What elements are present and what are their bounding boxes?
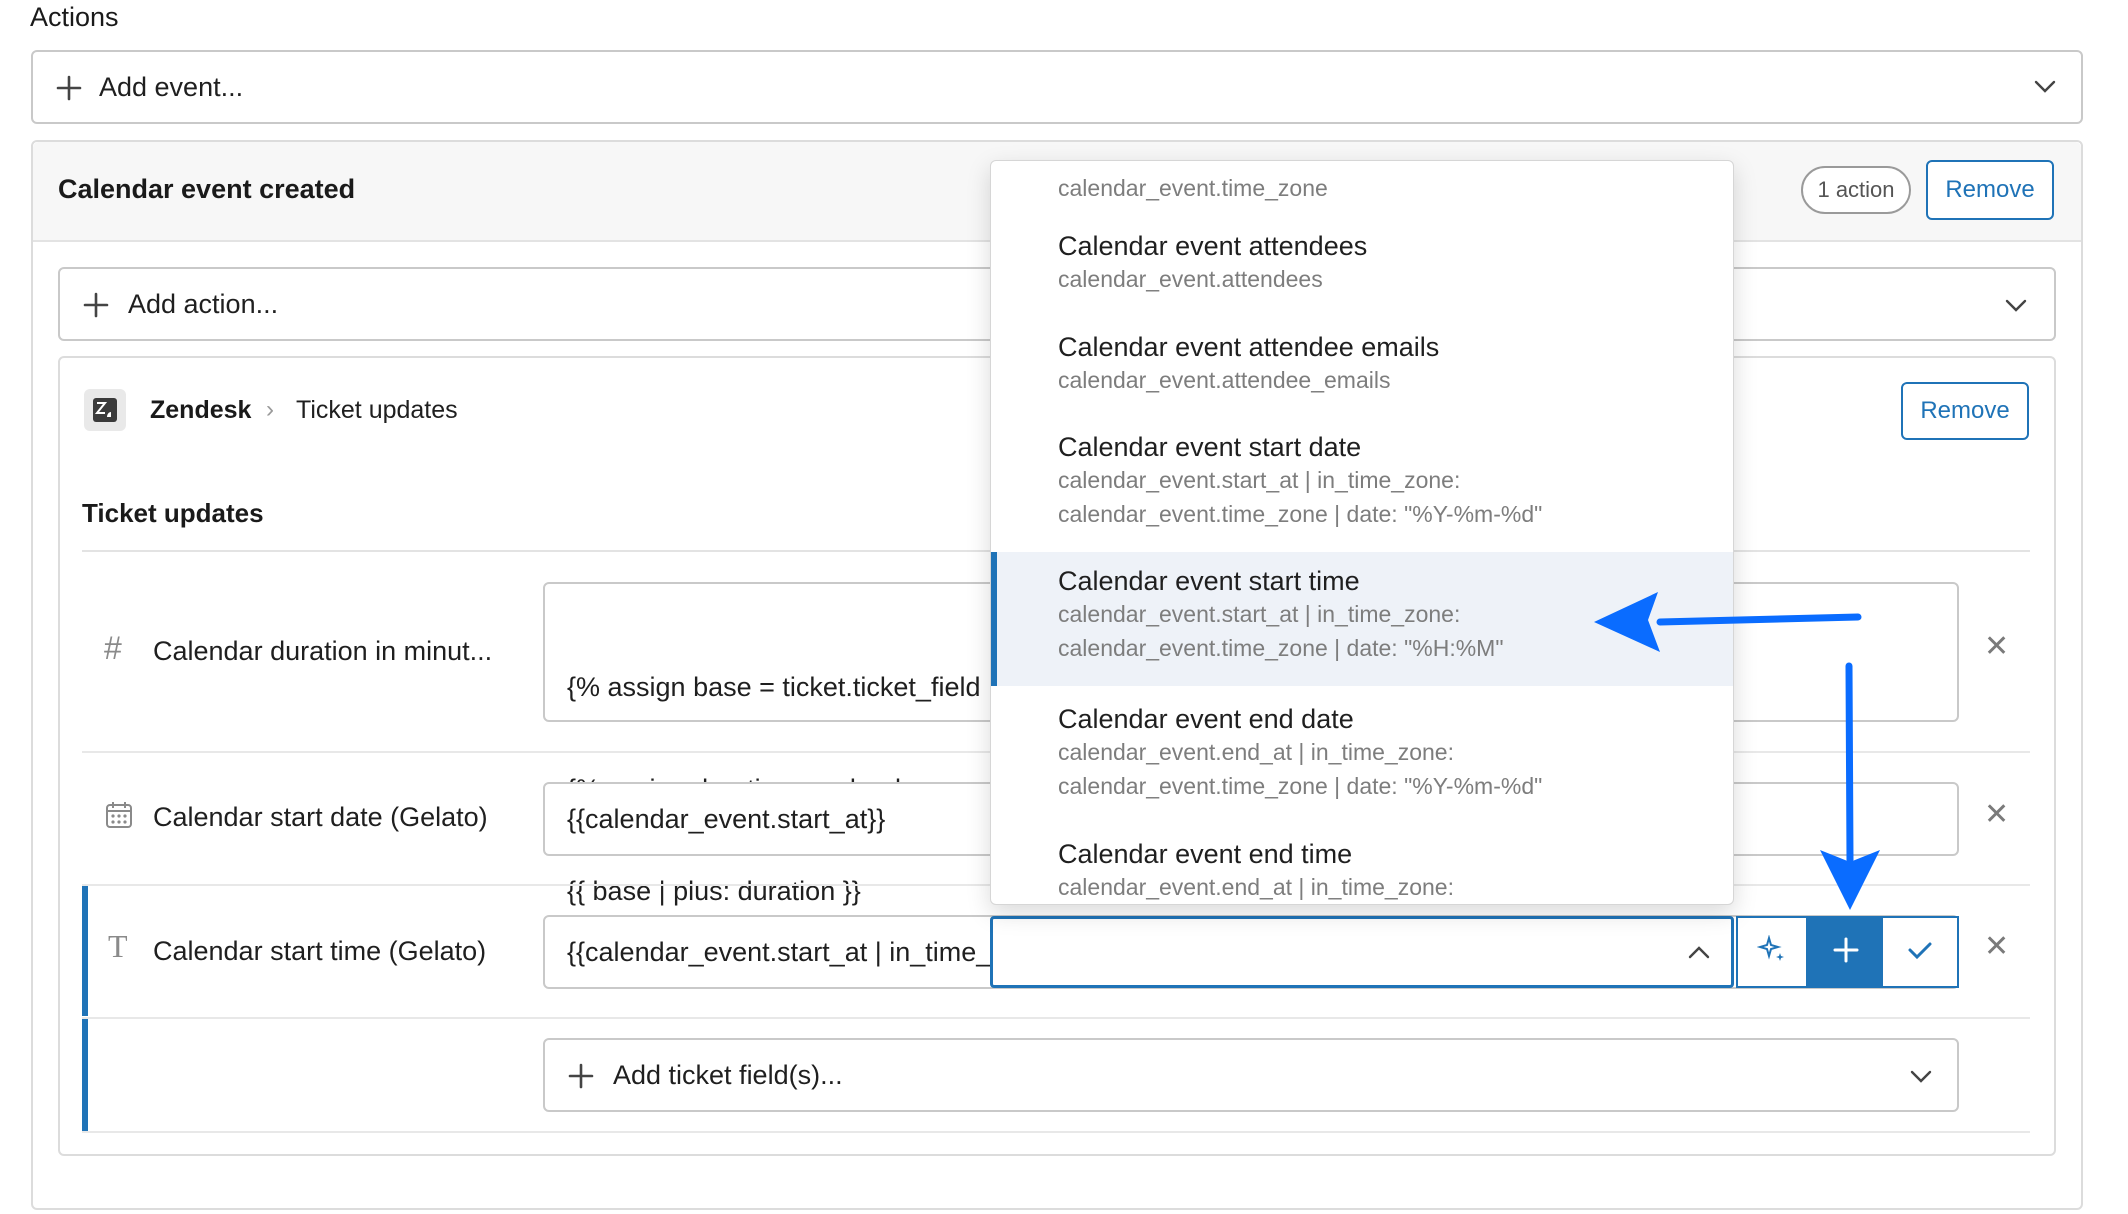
arrow-down-annotation <box>1820 662 1880 910</box>
annotation-arrows <box>1594 592 1880 910</box>
arrow-left-annotation <box>1594 592 1862 652</box>
